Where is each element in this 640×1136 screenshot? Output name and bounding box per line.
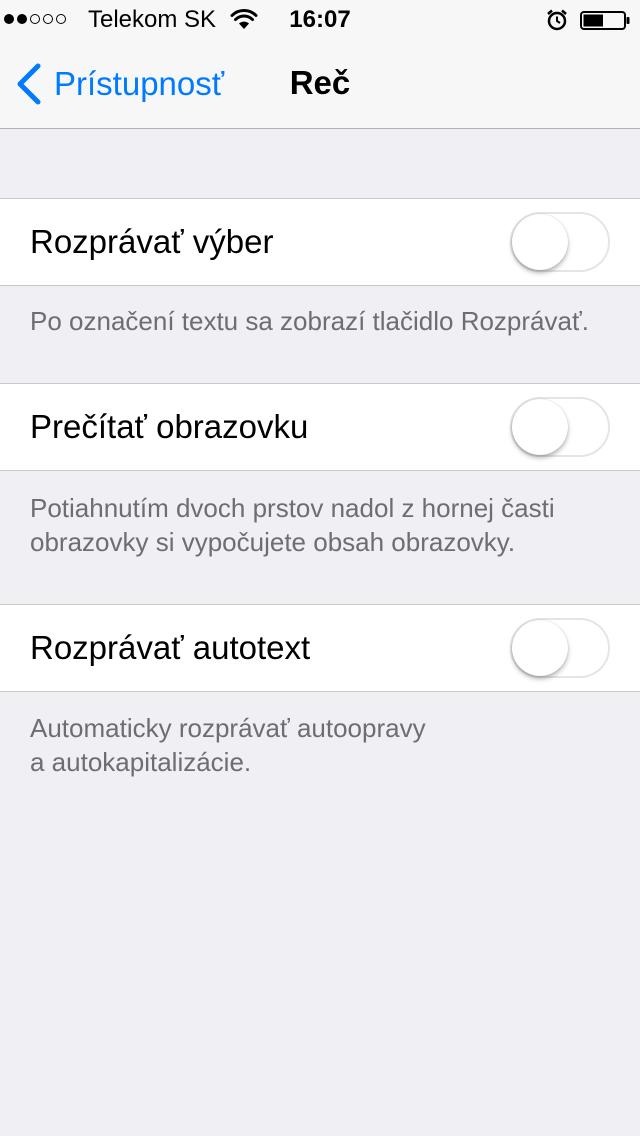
setting-label: Rozprávať výber xyxy=(30,223,274,260)
footer-line: Po označení textu sa zobrazí tlačidlo Ro… xyxy=(30,306,589,336)
footer-line: obrazovky si vypočujete obsah obrazovky. xyxy=(30,527,516,557)
footer-line: a autokapitalizácie. xyxy=(30,747,252,777)
setting-row-speak-autotext: Rozprávať autotext xyxy=(0,604,640,692)
toggle-knob xyxy=(512,399,568,455)
page-title: Reč xyxy=(289,64,351,101)
toggle-knob xyxy=(512,620,568,676)
speak-autotext-toggle[interactable] xyxy=(510,618,610,678)
battery-icon xyxy=(580,11,630,30)
setting-footer: Potiahnutím dvoch prstov nadol z hornej … xyxy=(30,491,620,559)
footer-line: Potiahnutím dvoch prstov nadol z hornej … xyxy=(30,493,555,523)
navigation-bar: Prístupnosť Reč xyxy=(0,40,640,129)
setting-row-speak-screen: Prečítať obrazovku xyxy=(0,383,640,471)
status-time: 16:07 xyxy=(289,6,351,33)
speak-screen-toggle[interactable] xyxy=(510,397,610,457)
setting-label: Rozprávať autotext xyxy=(30,629,311,666)
footer-line: Automaticky rozprávať autoopravy xyxy=(30,713,426,743)
setting-label: Prečítať obrazovku xyxy=(30,408,309,445)
setting-row-speak-selection: Rozprávať výber xyxy=(0,198,640,286)
speak-selection-toggle[interactable] xyxy=(510,212,610,272)
setting-footer: Po označení textu sa zobrazí tlačidlo Ro… xyxy=(30,304,620,338)
alarm-icon xyxy=(547,9,567,31)
toggle-knob xyxy=(512,214,568,270)
setting-footer: Automaticky rozprávať autoopravy a autok… xyxy=(30,711,620,779)
status-bar: Telekom SK 16:07 xyxy=(0,0,640,40)
